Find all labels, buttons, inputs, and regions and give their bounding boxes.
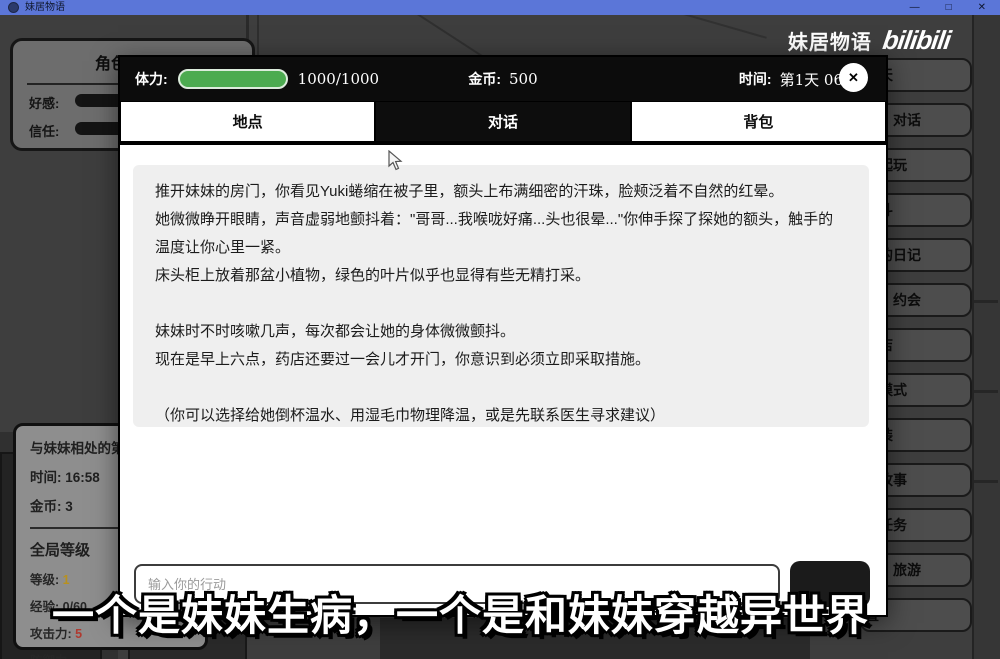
time-label: 时间:: [739, 69, 772, 89]
watermark: 妹居物语 bilibili: [788, 25, 950, 56]
modal-tabs: 地点 对话 背包: [120, 101, 886, 145]
close-modal-button[interactable]: ✕: [839, 63, 868, 92]
tab-dialogue[interactable]: 对话: [375, 101, 630, 142]
video-subtitle: 一个是妹妹生病，一个是和妹妹穿越异世界: [52, 582, 869, 643]
background-shelf-line: [974, 480, 998, 483]
game-screen: 妹居物语 — □ ✕ 妹居物语 bilibili 角色 好感: 信任: 与妹妹相…: [0, 0, 1000, 659]
bilibili-logo: bilibili: [881, 25, 952, 56]
close-icon: ✕: [848, 70, 859, 86]
story-text-box: 推开妹妹的房门，你看见Yuki蜷缩在被子里，额头上布满细密的汗珠，脸颊泛着不自然…: [133, 165, 869, 427]
dialogue-content: 推开妹妹的房门，你看见Yuki蜷缩在被子里，额头上布满细密的汗珠，脸颊泛着不自然…: [120, 145, 886, 615]
background-shelf-line: [974, 390, 998, 393]
story-paragraph: （你可以选择给她倒杯温水、用湿毛巾物理降温，或是先联系医生寻求建议）: [155, 402, 847, 427]
mouse-cursor-icon: [388, 150, 405, 172]
story-paragraph: 现在是早上六点，药店还要过一会儿才开门，你意识到必须立即采取措施。: [155, 346, 847, 374]
modal-status-bar: 体力: 1000/1000 金币: 500 时间: 第1天 06 ✕: [120, 57, 886, 101]
dialogue-modal: 体力: 1000/1000 金币: 500 时间: 第1天 06 ✕ 地点 对话…: [118, 55, 888, 617]
window-titlebar: 妹居物语 — □ ✕: [0, 0, 1000, 15]
tab-backpack[interactable]: 背包: [631, 101, 886, 142]
stamina-value: 1000/1000: [298, 70, 379, 88]
window-title: 妹居物语: [25, 0, 65, 15]
story-paragraph-blank: [155, 290, 847, 318]
story-paragraph: 床头柜上放着那盆小植物，绿色的叶片似乎也显得有些无精打采。: [155, 262, 847, 290]
story-paragraph-blank: [155, 374, 847, 402]
tab-location[interactable]: 地点: [120, 101, 375, 142]
window-controls: — □ ✕: [910, 0, 992, 15]
time-value: 第1天 06: [780, 69, 843, 90]
stamina-bar: [178, 69, 288, 89]
maximize-icon[interactable]: □: [946, 0, 952, 15]
time-display: 时间: 第1天 06: [739, 69, 843, 90]
background-shelf: [972, 14, 1000, 659]
story-paragraph: 她微微睁开眼睛，声音虚弱地颤抖着："哥哥...我喉咙好痛...头也很晕..."你…: [155, 206, 847, 262]
watermark-app-name: 妹居物语: [788, 26, 872, 55]
defense-row: 防御力: [30, 650, 205, 659]
story-paragraph: 妹妹时不时咳嗽几声，每次都会让她的身体微微颤抖。: [155, 318, 847, 346]
stamina-label: 体力:: [135, 69, 168, 89]
gold-label: 金币:: [468, 69, 501, 89]
background-shelf-line: [974, 300, 998, 303]
close-window-icon[interactable]: ✕: [978, 0, 986, 15]
affection-label: 好感:: [29, 93, 59, 112]
defense-label: 防御力: [30, 654, 68, 659]
story-paragraph: 推开妹妹的房门，你看见Yuki蜷缩在被子里，额头上布满细密的汗珠，脸颊泛着不自然…: [155, 178, 847, 206]
minimize-icon[interactable]: —: [910, 0, 920, 15]
gold-amount: 500: [509, 70, 538, 88]
app-icon: [8, 2, 19, 13]
gold-display: 金币: 500: [468, 69, 537, 89]
trust-label: 信任:: [29, 121, 59, 140]
